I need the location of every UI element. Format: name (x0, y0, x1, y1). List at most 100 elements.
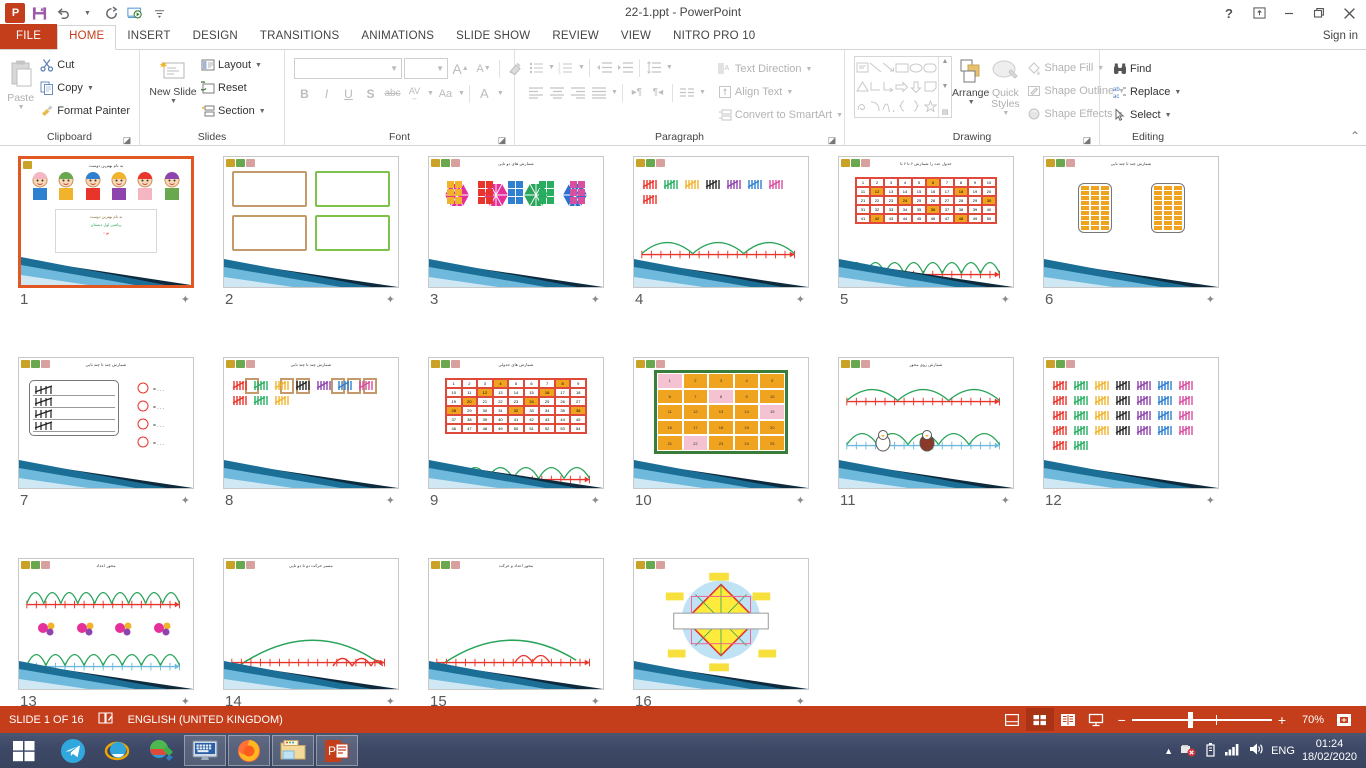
language-indicator-tray[interactable]: ENG (1271, 745, 1295, 757)
animation-star-icon[interactable]: ✦ (796, 494, 805, 507)
font-size-combobox[interactable]: ▼ (404, 58, 448, 79)
line-spacing-button[interactable] (644, 57, 664, 78)
slide-thumbnail-6[interactable]: شمارش چند تا چند تایی (1043, 156, 1219, 288)
language-indicator[interactable]: ENGLISH (UNITED KINGDOM) (128, 714, 283, 726)
start-from-beginning-icon[interactable] (124, 2, 146, 24)
section-button[interactable]: Section ▼ (197, 100, 270, 122)
numbering-button[interactable]: 123 (556, 57, 576, 78)
sign-in-link[interactable]: Sign in (1323, 30, 1358, 42)
justify-button[interactable] (589, 82, 609, 103)
slide-thumbnail-10[interactable]: 1234567891011121314151617181920212223242… (633, 357, 809, 489)
zoom-handle[interactable] (1188, 712, 1193, 728)
shape-triangle-icon[interactable] (856, 77, 869, 96)
signal-bars-icon[interactable] (1224, 742, 1241, 759)
find-button[interactable]: Find (1109, 58, 1185, 80)
slide-thumbnail-1[interactable]: به نام بهترین دوستبه نام بهترین دوستریاض… (18, 156, 194, 288)
shape-line-icon[interactable] (869, 58, 882, 77)
decrease-indent-button[interactable] (594, 57, 614, 78)
zoom-out-button[interactable]: − (1118, 712, 1126, 728)
shapes-gallery[interactable]: ▲ ▼ ▤ (854, 56, 952, 118)
font-dialog-launcher[interactable]: ◪ (497, 135, 507, 145)
animation-star-icon[interactable]: ✦ (1206, 293, 1215, 306)
internet-explorer-icon[interactable] (96, 735, 138, 766)
underline-button[interactable]: U (338, 83, 359, 104)
slide-thumbnail-4[interactable] (633, 156, 809, 288)
zoom-track[interactable] (1132, 719, 1272, 721)
reading-view-button[interactable] (1054, 708, 1082, 731)
increase-indent-button[interactable] (615, 57, 635, 78)
paste-button[interactable]: Paste ▼ (5, 53, 36, 111)
drawing-dialog-launcher[interactable]: ◪ (1082, 135, 1092, 145)
animation-star-icon[interactable]: ✦ (181, 494, 190, 507)
collapse-ribbon-button[interactable]: ⌃ (1350, 129, 1360, 143)
spelling-icon[interactable] (98, 711, 114, 728)
shape-textbox-icon[interactable] (856, 58, 869, 77)
customize-quick-access-toolbar-icon[interactable] (148, 2, 170, 24)
ltr-text-direction-button[interactable]: ▸¶ (627, 82, 647, 103)
slide-sorter-view-button[interactable] (1026, 708, 1054, 731)
change-case-button[interactable]: Aa (435, 83, 456, 104)
internet-download-manager-icon[interactable] (140, 735, 182, 766)
arrange-button[interactable]: Arrange ▼ (952, 56, 989, 106)
animation-star-icon[interactable]: ✦ (591, 695, 600, 706)
shape-rounded-rectangle-icon[interactable] (923, 58, 937, 77)
tab-file[interactable]: FILE (0, 24, 57, 49)
columns-button[interactable] (677, 82, 697, 103)
remote-desktop-icon[interactable] (184, 735, 226, 766)
convert-to-smartart-button[interactable]: Convert to SmartArt ▼ (714, 104, 847, 126)
slide-thumbnail-2[interactable] (223, 156, 399, 288)
file-explorer-icon[interactable] (272, 735, 314, 766)
copy-button[interactable]: Copy ▼ (36, 77, 134, 99)
tab-review[interactable]: REVIEW (541, 25, 610, 49)
tab-animations[interactable]: ANIMATIONS (350, 25, 445, 49)
paragraph-dialog-launcher[interactable]: ◪ (827, 135, 837, 145)
slide-thumbnail-12[interactable] (1043, 357, 1219, 489)
shape-star-icon[interactable] (923, 97, 937, 116)
shape-arrow-icon[interactable] (882, 58, 895, 77)
shape-curve-icon[interactable] (882, 97, 895, 116)
text-direction-button[interactable]: A Text Direction ▼ (714, 58, 847, 80)
bold-button[interactable]: B (294, 83, 315, 104)
bullets-button[interactable] (526, 57, 546, 78)
slide-thumbnail-5[interactable]: جدول عدد را شمارش ۶ تا ۶ تا1234567891011… (838, 156, 1014, 288)
slide-thumbnail-13[interactable]: محور اعداد (18, 558, 194, 690)
animation-star-icon[interactable]: ✦ (1001, 494, 1010, 507)
usb-device-icon[interactable] (1204, 742, 1217, 760)
shapes-gallery-scroll[interactable]: ▲ ▼ ▤ (938, 57, 951, 117)
reset-button[interactable]: Reset (197, 77, 270, 99)
quick-styles-button[interactable]: Quick Styles ▼ (989, 56, 1021, 117)
shape-folded-corner-icon[interactable] (923, 77, 937, 96)
clock[interactable]: 01:24 18/02/2020 (1302, 738, 1357, 764)
align-text-button[interactable]: Align Text ▼ (714, 81, 847, 103)
tab-slide-show[interactable]: SLIDE SHOW (445, 25, 541, 49)
animation-star-icon[interactable]: ✦ (591, 494, 600, 507)
save-icon[interactable] (28, 2, 50, 24)
normal-view-button[interactable] (998, 708, 1026, 731)
fit-slide-to-window-icon[interactable] (1330, 708, 1358, 731)
shape-left-brace-icon[interactable] (895, 97, 909, 116)
align-left-button[interactable] (526, 82, 546, 103)
shape-right-arrow-icon[interactable] (895, 77, 909, 96)
font-color-button[interactable]: A (474, 83, 495, 104)
rtl-text-direction-button[interactable]: ¶◂ (648, 82, 668, 103)
shape-right-brace-icon[interactable] (909, 97, 923, 116)
animation-star-icon[interactable]: ✦ (181, 695, 190, 706)
strikethrough-button[interactable]: abc (382, 83, 403, 104)
animation-star-icon[interactable]: ✦ (796, 695, 805, 706)
help-icon[interactable]: ? (1214, 1, 1244, 25)
italic-button[interactable]: I (316, 83, 337, 104)
shape-arc-icon[interactable] (869, 97, 882, 116)
shape-freeform-icon[interactable] (856, 97, 869, 116)
cut-button[interactable]: Cut (36, 54, 134, 76)
character-spacing-button[interactable]: AV↔ (404, 83, 425, 104)
shape-rectangle-icon[interactable] (895, 58, 909, 77)
animation-star-icon[interactable]: ✦ (1206, 494, 1215, 507)
decrease-font-size-button[interactable]: A▼ (473, 58, 494, 79)
shape-elbow-connector-icon[interactable] (869, 77, 882, 96)
powerpoint-icon[interactable]: P (316, 735, 358, 766)
align-right-button[interactable] (568, 82, 588, 103)
start-button[interactable] (0, 733, 48, 768)
minimize-icon[interactable] (1274, 1, 1304, 25)
select-button[interactable]: Select ▼ (1109, 104, 1185, 126)
firefox-icon[interactable] (228, 735, 270, 766)
